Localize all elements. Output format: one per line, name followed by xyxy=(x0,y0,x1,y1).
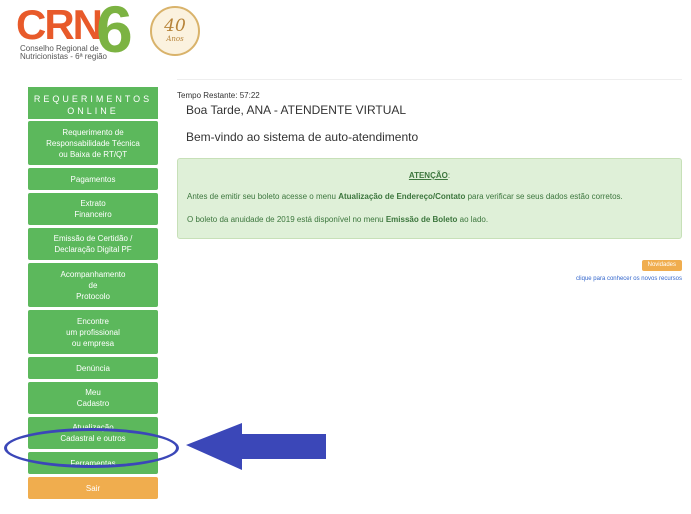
header: CRN 6 Conselho Regional de Nutricionista… xyxy=(0,0,691,80)
alert-line2-text-c: ao lado. xyxy=(457,215,489,224)
session-timer: Tempo Restante: 57:22 xyxy=(177,91,260,100)
menu-item-label: Cadastro xyxy=(76,399,110,408)
menu-item-label: Financeiro xyxy=(74,210,112,219)
novidades-button[interactable]: Novidades xyxy=(641,260,682,271)
crn6-logo[interactable]: CRN 6 Conselho Regional de Nutricionista… xyxy=(16,0,200,74)
header-divider xyxy=(177,79,682,80)
anniversary-seal-icon: 40 Anos xyxy=(150,6,200,56)
menu-item-label: Denúncia xyxy=(76,363,110,373)
menu-item-label: Responsabilidade Técnica xyxy=(46,138,140,148)
menu-item-label: Requerimento de xyxy=(62,127,124,137)
annotation-arrow-shape xyxy=(186,423,326,470)
alert-line1-menu-name: Atualização de Endereço/Contato xyxy=(338,192,466,201)
menu-item-label: Extrato xyxy=(80,199,106,208)
greeting: Boa Tarde, ANA - ATENDENTE VIRTUAL xyxy=(186,103,407,117)
alert-line2-text-a: O boleto da anuidade de 2019 está dispon… xyxy=(187,215,386,224)
menu-item-label: Encontre xyxy=(76,316,110,326)
menu-item-requerimento-rt[interactable]: Requerimento de Responsabilidade Técnica o… xyxy=(28,121,158,165)
menu-title-line-2: ONLINE xyxy=(67,106,119,116)
menu-item-label: Sair xyxy=(85,483,101,493)
seal-text: Anos xyxy=(166,35,184,43)
menu-item-label: Pagamentos xyxy=(70,174,116,184)
alert-title-colon: : xyxy=(447,171,451,180)
annotation-ellipse xyxy=(4,428,179,468)
novidades-link[interactable]: clique para conhecer os novos recursos xyxy=(576,276,682,282)
menu-item-label: um profissional xyxy=(66,327,120,337)
menu-item-label: Declaração Digital PF xyxy=(54,245,132,254)
alert-message-1: Antes de emitir seu boleto acesse o menu… xyxy=(187,192,623,201)
seal-number: 40 xyxy=(164,16,186,36)
alert-line1-text-c: para verificar se seus dados estão corre… xyxy=(465,192,623,201)
menu-item-encontre-profissional[interactable]: Encontre um profissional ou empresa xyxy=(28,310,158,354)
alert-title-text: ATENÇÃO xyxy=(408,171,448,180)
menu-item-label: Emissão de Certidão / xyxy=(53,234,133,243)
alert-title: ATENÇÃO: xyxy=(178,171,681,180)
menu-title-line-1: REQUERIMENTOS xyxy=(33,94,153,104)
logo-subtitle-2: Nutricionistas - 6ª região xyxy=(20,52,107,61)
alert-line2-menu-name: Emissão de Boleto xyxy=(385,215,458,224)
menu-item-denuncia[interactable]: Denúncia xyxy=(28,357,158,379)
menu-title: REQUERIMENTOS ONLINE xyxy=(28,87,158,119)
menu-item-label: de xyxy=(88,280,98,290)
attention-alert: ATENÇÃO: Antes de emitir seu boleto aces… xyxy=(177,158,682,239)
menu-item-label: Acompanhamento xyxy=(60,269,126,279)
logo-crn-text: CRN xyxy=(16,1,103,48)
menu-item-label: Meu xyxy=(85,388,101,397)
menu-item-extrato-financeiro[interactable]: Extrato Financeiro xyxy=(28,193,158,225)
menu-item-label: ou empresa xyxy=(71,338,115,348)
menu-item-pagamentos[interactable]: Pagamentos xyxy=(28,168,158,190)
alert-line1-text-a: Antes de emitir seu boleto acesse o menu xyxy=(187,192,339,201)
menu-item-sair[interactable]: Sair xyxy=(28,477,158,499)
menu-item-meu-cadastro[interactable]: Meu Cadastro xyxy=(28,382,158,414)
menu-item-emissao-certidao[interactable]: Emissão de Certidão / Declaração Digital … xyxy=(28,228,158,260)
menu-item-acompanhamento-protocolo[interactable]: Acompanhamento de Protocolo xyxy=(28,263,158,307)
alert-message-2: O boleto da anuidade de 2019 está dispon… xyxy=(187,215,488,224)
menu-item-label: ou Baixa de RT/QT xyxy=(58,149,128,159)
main-content: Tempo Restante: 57:22 Boa Tarde, ANA - A… xyxy=(177,91,682,282)
welcome-title: Bem-vindo ao sistema de auto-atendimento xyxy=(186,130,419,144)
menu-item-label: Protocolo xyxy=(76,291,110,301)
